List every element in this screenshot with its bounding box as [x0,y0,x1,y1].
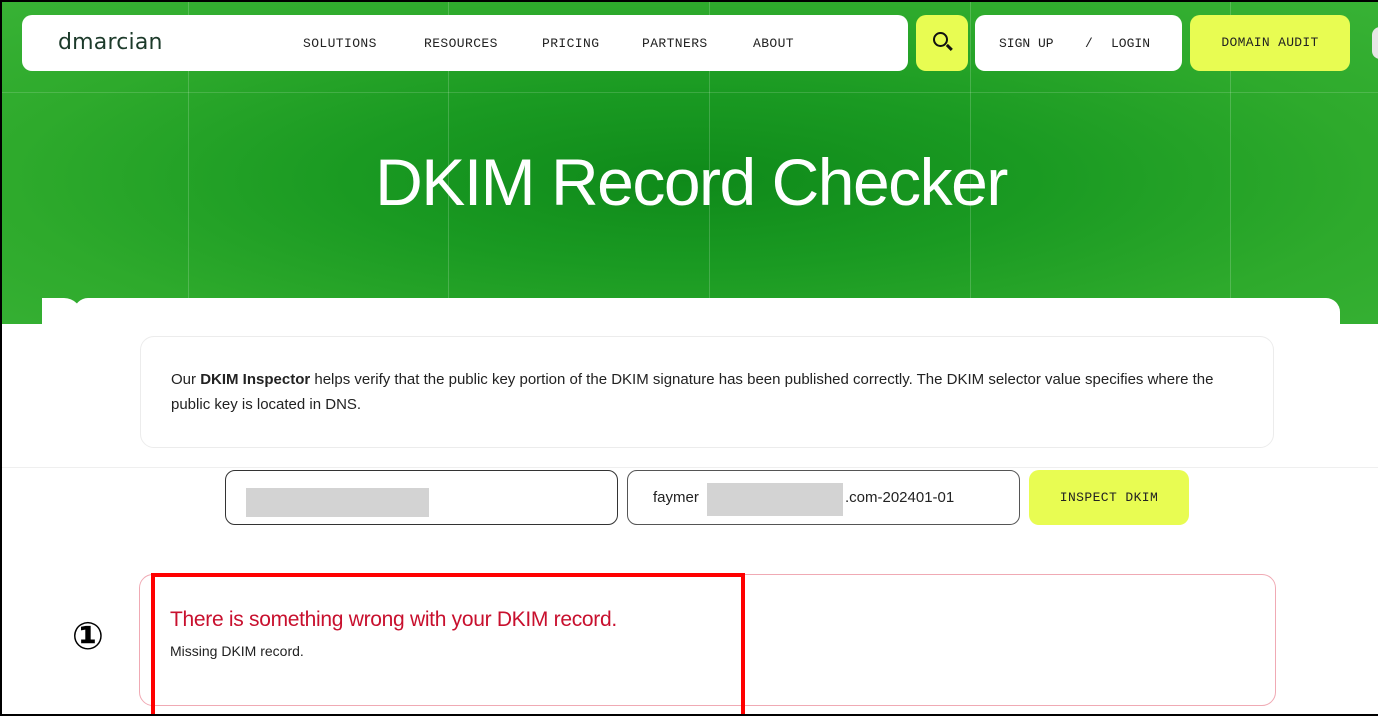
signup-link[interactable]: SIGN UP [999,36,1054,51]
nav-item-solutions[interactable]: SOLUTIONS [303,36,377,51]
selector-value-prefix: faymer [653,489,699,506]
page-title: DKIM Record Checker [375,145,1008,219]
auth-divider: / [1085,36,1093,51]
info-panel: Our DKIM Inspector helps verify that the… [140,336,1274,448]
annotation-marker: ① [71,614,105,658]
selector-input[interactable]: faymer .com-202401-01 [627,470,1020,525]
annotation-highlight-box [151,573,745,714]
nav-item-resources[interactable]: RESOURCES [424,36,498,51]
nav-item-pricing[interactable]: PRICING [542,36,599,51]
nav-item-partners[interactable]: PARTNERS [642,36,708,51]
info-text-bold: DKIM Inspector [200,371,311,388]
offscreen-control[interactable] [1372,27,1378,59]
inspect-dkim-button[interactable]: INSPECT DKIM [1029,470,1189,525]
search-button[interactable] [916,15,968,71]
divider [2,467,1378,468]
domain-audit-button[interactable]: DOMAIN AUDIT [1190,15,1350,71]
login-link[interactable]: LOGIN [1111,36,1150,51]
nav-item-about[interactable]: ABOUT [753,36,794,51]
grid-line [2,92,1378,93]
logo[interactable]: dmarcian [58,30,163,55]
redacted-block [246,488,429,517]
info-text: Our DKIM Inspector helps verify that the… [171,371,1214,413]
search-icon-handle [946,43,953,51]
domain-input[interactable] [225,470,618,525]
auth-links: SIGN UP / LOGIN [975,15,1182,71]
redacted-block [707,483,843,516]
selector-value-suffix: .com-202401-01 [845,489,955,506]
page-frame: DKIM Record Checker dmarcian SOLUTIONS R… [0,0,1378,716]
top-nav: dmarcian SOLUTIONS RESOURCES PRICING PAR… [22,15,908,71]
